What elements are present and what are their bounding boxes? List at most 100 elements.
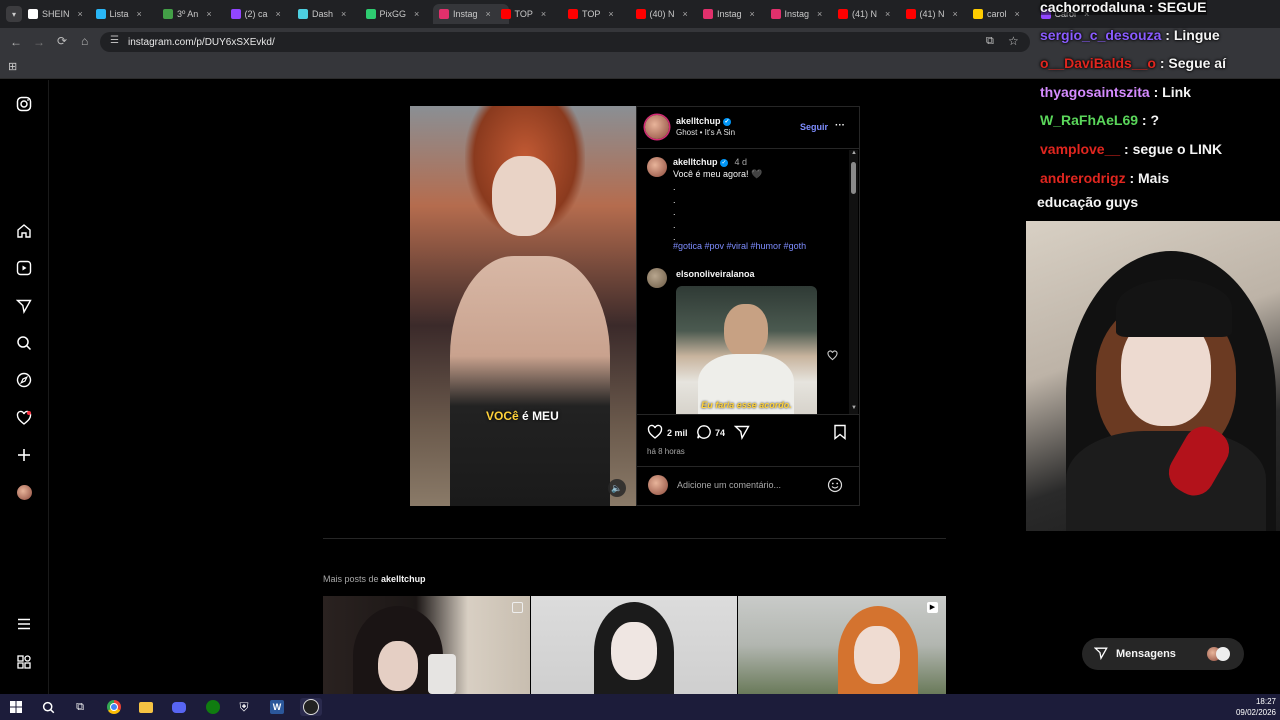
chat-message: sergio_c_desouza : Lingue	[1040, 27, 1220, 43]
tab-close-icon[interactable]: ×	[486, 9, 491, 19]
caption-avatar[interactable]	[647, 157, 667, 177]
tab-close-icon[interactable]: ×	[1015, 9, 1020, 19]
taskbar-clock[interactable]: 18:27 09/02/2026	[1226, 696, 1276, 718]
chat-text: : Mais	[1125, 170, 1170, 186]
browser-tab[interactable]: TOP ×	[500, 4, 565, 24]
chat-text: : Segue aí	[1155, 55, 1226, 71]
create-plus-icon[interactable]	[14, 445, 34, 465]
browser-tab[interactable]: TOP ×	[568, 4, 632, 24]
comment-gif[interactable]: Eu faria esse acordo.	[676, 286, 817, 414]
install-app-icon[interactable]: ⧉	[986, 35, 994, 48]
instagram-logo-icon[interactable]	[14, 94, 34, 114]
tab-close-icon[interactable]: ×	[414, 9, 419, 19]
more-menu-icon[interactable]	[14, 614, 34, 634]
author-username-row: akelltchup ✓	[676, 116, 732, 126]
profile-avatar[interactable]	[14, 482, 34, 502]
more-post-thumbnail-3[interactable]: ▶	[738, 596, 946, 694]
comment-username[interactable]: elsonoliveiralanoa	[676, 269, 755, 279]
caption-username[interactable]: akelltchup	[673, 157, 718, 167]
direct-messages-icon[interactable]	[14, 296, 34, 316]
browser-tab[interactable]: Instag ×	[770, 4, 835, 24]
home-button[interactable]: ⌂	[81, 34, 88, 48]
tab-close-icon[interactable]: ×	[885, 9, 890, 19]
more-options-button[interactable]: ···	[835, 120, 845, 131]
back-button[interactable]: ←	[10, 35, 22, 49]
obs-icon[interactable]	[300, 698, 322, 716]
comment-input[interactable]: Adicione um comentário...	[677, 480, 781, 490]
tab-close-icon[interactable]: ×	[683, 9, 688, 19]
tab-close-icon[interactable]: ×	[341, 9, 346, 19]
xbox-icon[interactable]	[204, 698, 222, 716]
file-explorer-icon[interactable]	[137, 698, 155, 716]
windows-start-icon[interactable]	[7, 698, 25, 716]
caption-hashtags[interactable]: #gotica #pov #viral #humor #goth	[673, 241, 806, 251]
scroll-up-arrow[interactable]: ▲	[851, 150, 857, 156]
discord-icon[interactable]	[170, 698, 188, 716]
post-video[interactable]: VOCê é MEU 🔈	[410, 106, 636, 506]
forward-button[interactable]: →	[33, 35, 45, 49]
comment-avatar[interactable]	[647, 268, 667, 288]
emoji-icon[interactable]	[827, 477, 843, 498]
explore-compass-icon[interactable]	[14, 370, 34, 390]
search-icon[interactable]	[14, 333, 34, 353]
bookmark-star-icon[interactable]: ☆	[1008, 34, 1019, 48]
browser-tab[interactable]: (41) N ×	[838, 4, 902, 24]
comment-icon[interactable]	[696, 424, 712, 445]
browser-tab[interactable]: carol ×	[973, 4, 1037, 24]
comment-like-icon[interactable]	[827, 348, 838, 366]
tab-close-icon[interactable]: ×	[137, 9, 142, 19]
tab-close-icon[interactable]: ×	[817, 9, 822, 19]
more-posts-user[interactable]: akelltchup	[381, 574, 426, 584]
mute-toggle-icon[interactable]: 🔈	[608, 479, 626, 497]
more-post-thumbnail-1[interactable]	[323, 596, 530, 694]
more-posts-heading: Mais posts de akelltchup	[323, 574, 426, 584]
tab-close-icon[interactable]: ×	[78, 9, 83, 19]
reels-icon[interactable]	[14, 258, 34, 278]
browser-tab[interactable]: PixGG ×	[365, 4, 430, 24]
tab-close-icon[interactable]: ×	[750, 9, 755, 19]
browser-tab[interactable]: (41) N ×	[905, 4, 970, 24]
browser-tab[interactable]: 3º An ×	[163, 4, 227, 24]
messages-button[interactable]: Mensagens	[1082, 638, 1244, 670]
tab-search-button[interactable]: ▾	[6, 6, 22, 22]
more-post-thumbnail-2[interactable]	[531, 596, 737, 694]
comment-count[interactable]: 74	[715, 428, 725, 438]
taskbar-search-icon[interactable]	[39, 698, 57, 716]
comments-scrollbar[interactable]: ▲ ▼	[849, 150, 858, 414]
tab-close-icon[interactable]: ×	[206, 9, 211, 19]
messages-send-icon	[1093, 646, 1108, 663]
action-bar	[636, 414, 860, 415]
follow-button[interactable]: Seguir	[800, 122, 828, 132]
site-info-icon[interactable]: ☰	[110, 35, 119, 46]
scroll-down-arrow[interactable]: ▼	[851, 405, 857, 411]
tab-close-icon[interactable]: ×	[541, 9, 546, 19]
reload-button[interactable]: ⟳	[57, 34, 67, 48]
browser-tab[interactable]: SHEIN ×	[28, 4, 92, 24]
browser-tab[interactable]: Instag ×	[433, 4, 509, 24]
word-icon[interactable]: W	[268, 698, 286, 716]
tab-close-icon[interactable]: ×	[953, 9, 958, 19]
home-icon[interactable]	[14, 221, 34, 241]
save-bookmark-icon[interactable]	[833, 424, 847, 445]
author-username[interactable]: akelltchup	[676, 116, 721, 126]
security-shield-icon[interactable]: ⛨	[235, 698, 253, 716]
task-view-icon[interactable]: ⧉	[71, 698, 89, 716]
scroll-thumb[interactable]	[851, 162, 856, 194]
tab-close-icon[interactable]: ×	[276, 9, 281, 19]
carousel-icon	[512, 602, 523, 613]
browser-tab[interactable]: (40) N ×	[635, 4, 700, 24]
tab-close-icon[interactable]: ×	[608, 9, 613, 19]
audio-track[interactable]: Ghost • It's A Sin	[676, 128, 735, 137]
like-count[interactable]: 2 mil	[667, 428, 688, 438]
apps-grid-icon[interactable]: ⊞	[8, 60, 17, 73]
chrome-icon[interactable]	[105, 698, 123, 716]
also-from-meta-icon[interactable]	[14, 652, 34, 672]
browser-tab[interactable]: Lista ×	[95, 4, 160, 24]
share-icon[interactable]	[733, 424, 750, 445]
like-icon[interactable]	[647, 424, 663, 445]
author-avatar[interactable]	[645, 115, 669, 139]
browser-tab[interactable]: Dash ×	[298, 4, 362, 24]
browser-tab[interactable]: Instag ×	[703, 4, 767, 24]
notifications-heart-icon[interactable]	[14, 408, 34, 428]
browser-tab[interactable]: (2) ca ×	[230, 4, 295, 24]
